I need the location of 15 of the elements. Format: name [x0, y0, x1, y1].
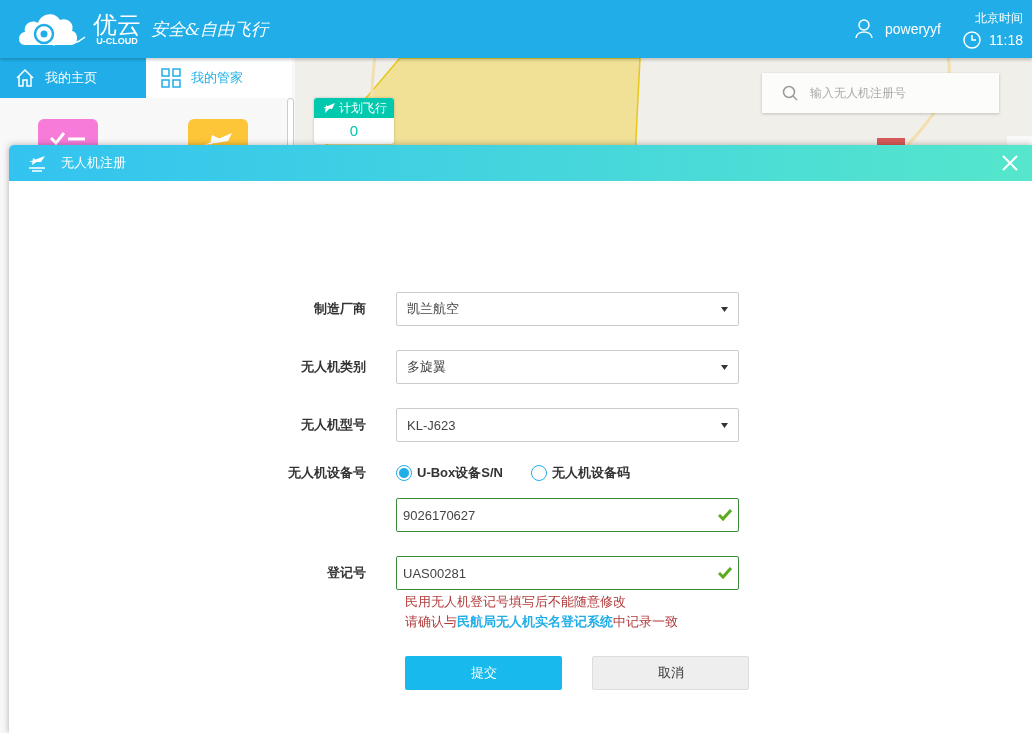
- dialog-title: 无人机注册: [61, 154, 127, 172]
- warning-text: 请确认与民航局无人机实名登记系统中记录一致: [405, 613, 678, 631]
- logo-subtitle: U-CLOUD: [96, 36, 138, 46]
- current-time: 11:18: [989, 31, 1023, 48]
- field-label: 无人机设备号: [287, 464, 366, 482]
- flight-count: 0: [348, 121, 360, 141]
- field-label: 无人机型号: [300, 416, 366, 434]
- field-label: 无人机类别: [300, 358, 366, 376]
- logo-title: 优云: [93, 12, 141, 37]
- time-label: 北京时间: [975, 9, 1023, 27]
- field-label: 制造厂商: [313, 300, 366, 318]
- field-label: 登记号: [326, 564, 366, 582]
- warning-text: 民用无人机登记号填写后不能随意修改: [405, 593, 626, 611]
- slogan: 安全&自由飞行: [151, 17, 269, 41]
- card-title: 计划飞行: [338, 99, 387, 117]
